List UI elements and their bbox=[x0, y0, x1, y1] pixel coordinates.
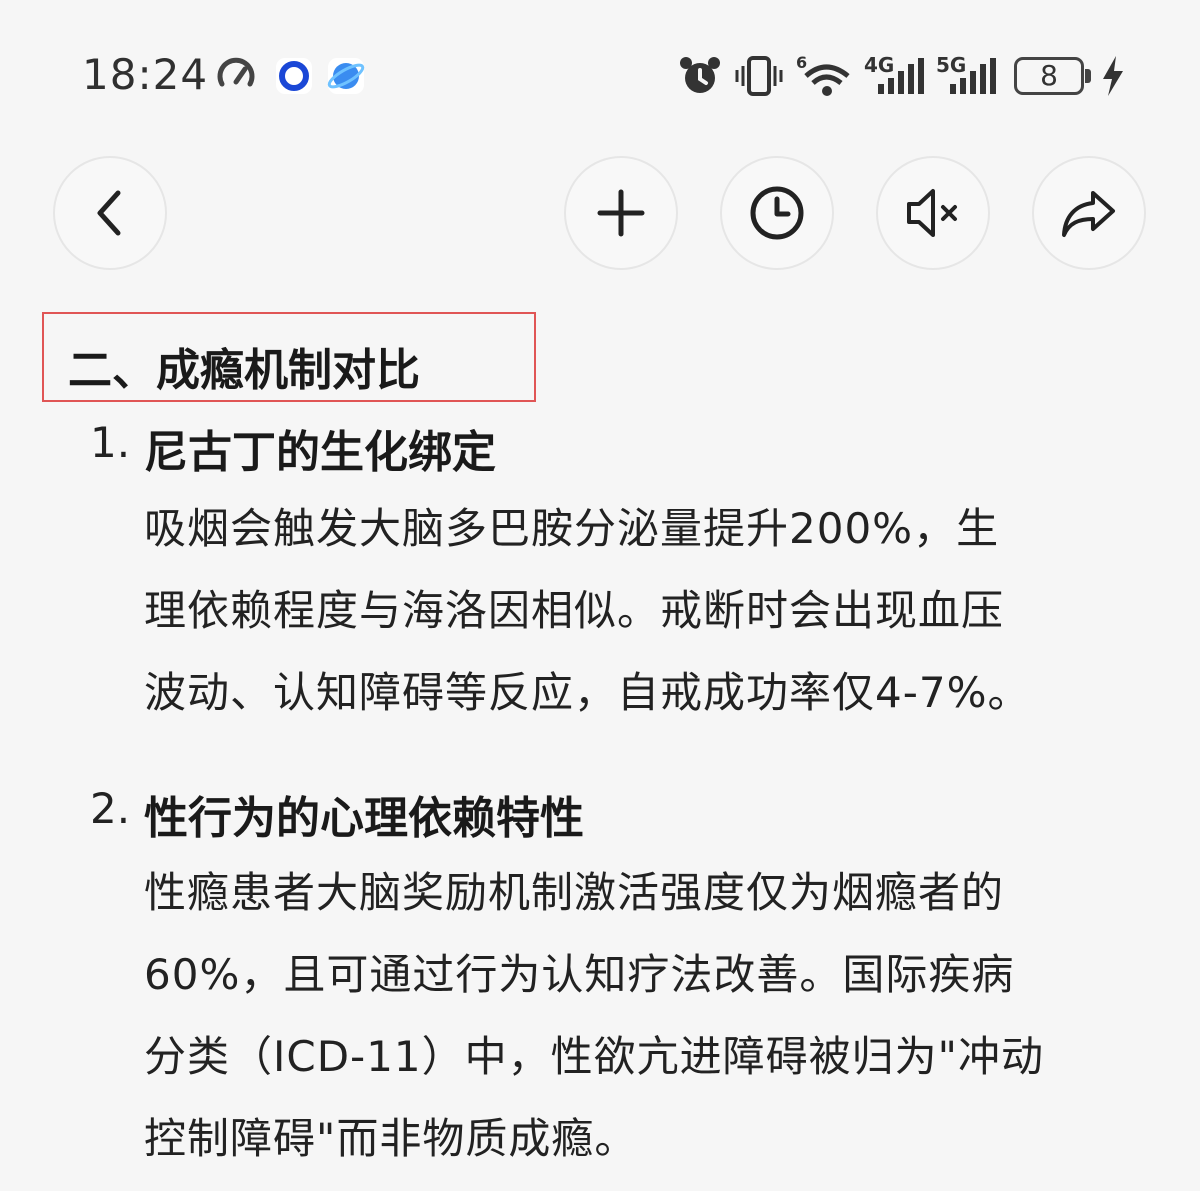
item-1-heading: 尼古丁的生化绑定 bbox=[144, 427, 496, 478]
plus-icon bbox=[597, 189, 645, 237]
item-2-paragraph: 性瘾患者大脑奖励机制激活强度仅为烟瘾者的 60%，且可通过行为认知疗法改善。国际… bbox=[144, 852, 1144, 1180]
section-title: 二、成瘾机制对比 bbox=[68, 345, 420, 396]
network-1-label: 4G bbox=[864, 54, 894, 77]
item-2-line: 60%，且可通过行为认知疗法改善。国际疾病 bbox=[144, 950, 1015, 999]
battery-level: 8 bbox=[1040, 59, 1058, 92]
charging-icon bbox=[1098, 54, 1128, 98]
vibrate-icon bbox=[734, 54, 784, 98]
speaker-mute-icon bbox=[907, 189, 957, 237]
wifi-icon: 6 bbox=[796, 54, 854, 98]
clock-icon bbox=[750, 186, 804, 240]
signal-5g-icon: 5G bbox=[936, 54, 1000, 98]
item-2-heading: 性行为的心理依赖特性 bbox=[144, 793, 584, 844]
item-1-line: 理依赖程度与海洛因相似。戒断时会出现血压 bbox=[144, 586, 1005, 635]
new-chat-button[interactable] bbox=[564, 156, 678, 270]
speedometer-icon bbox=[214, 54, 258, 98]
network-2-label: 5G bbox=[936, 54, 966, 77]
item-1-paragraph: 吸烟会触发大脑多巴胺分泌量提升200%，生 理依赖程度与海洛因相似。戒断时会出现… bbox=[144, 488, 1144, 734]
item-1-line: 吸烟会触发大脑多巴胺分泌量提升200%，生 bbox=[144, 504, 1000, 553]
back-icon bbox=[97, 190, 121, 236]
history-button[interactable] bbox=[720, 156, 834, 270]
item-2-line: 分类（ICD-11）中，性欲亢进障碍被归为"冲动 bbox=[144, 1032, 1044, 1081]
status-time: 18:24 bbox=[82, 50, 209, 99]
blue-ring-app-icon bbox=[274, 54, 314, 98]
item-1-number: 1. bbox=[90, 418, 131, 467]
battery-icon: 8 bbox=[1014, 54, 1094, 98]
section-title-highlight: 二、成瘾机制对比 bbox=[42, 312, 536, 402]
share-icon bbox=[1062, 191, 1115, 237]
status-bar: 18:24 6 4G 5G 8 bbox=[0, 0, 1200, 150]
back-button[interactable] bbox=[53, 156, 167, 270]
alarm-icon bbox=[678, 54, 722, 98]
signal-4g-icon: 4G bbox=[864, 54, 928, 98]
wifi-badge: 6 bbox=[796, 54, 807, 72]
item-2-number: 2. bbox=[90, 784, 131, 833]
mute-button[interactable] bbox=[876, 156, 990, 270]
share-button[interactable] bbox=[1032, 156, 1146, 270]
item-1-line: 波动、认知障碍等反应，自戒成功率仅4-7%。 bbox=[144, 668, 1031, 717]
item-2-line: 性瘾患者大脑奖励机制激活强度仅为烟瘾者的 bbox=[144, 868, 1005, 917]
browser-app-icon bbox=[326, 54, 366, 98]
item-2-line: 控制障碍"而非物质成瘾。 bbox=[144, 1114, 638, 1163]
